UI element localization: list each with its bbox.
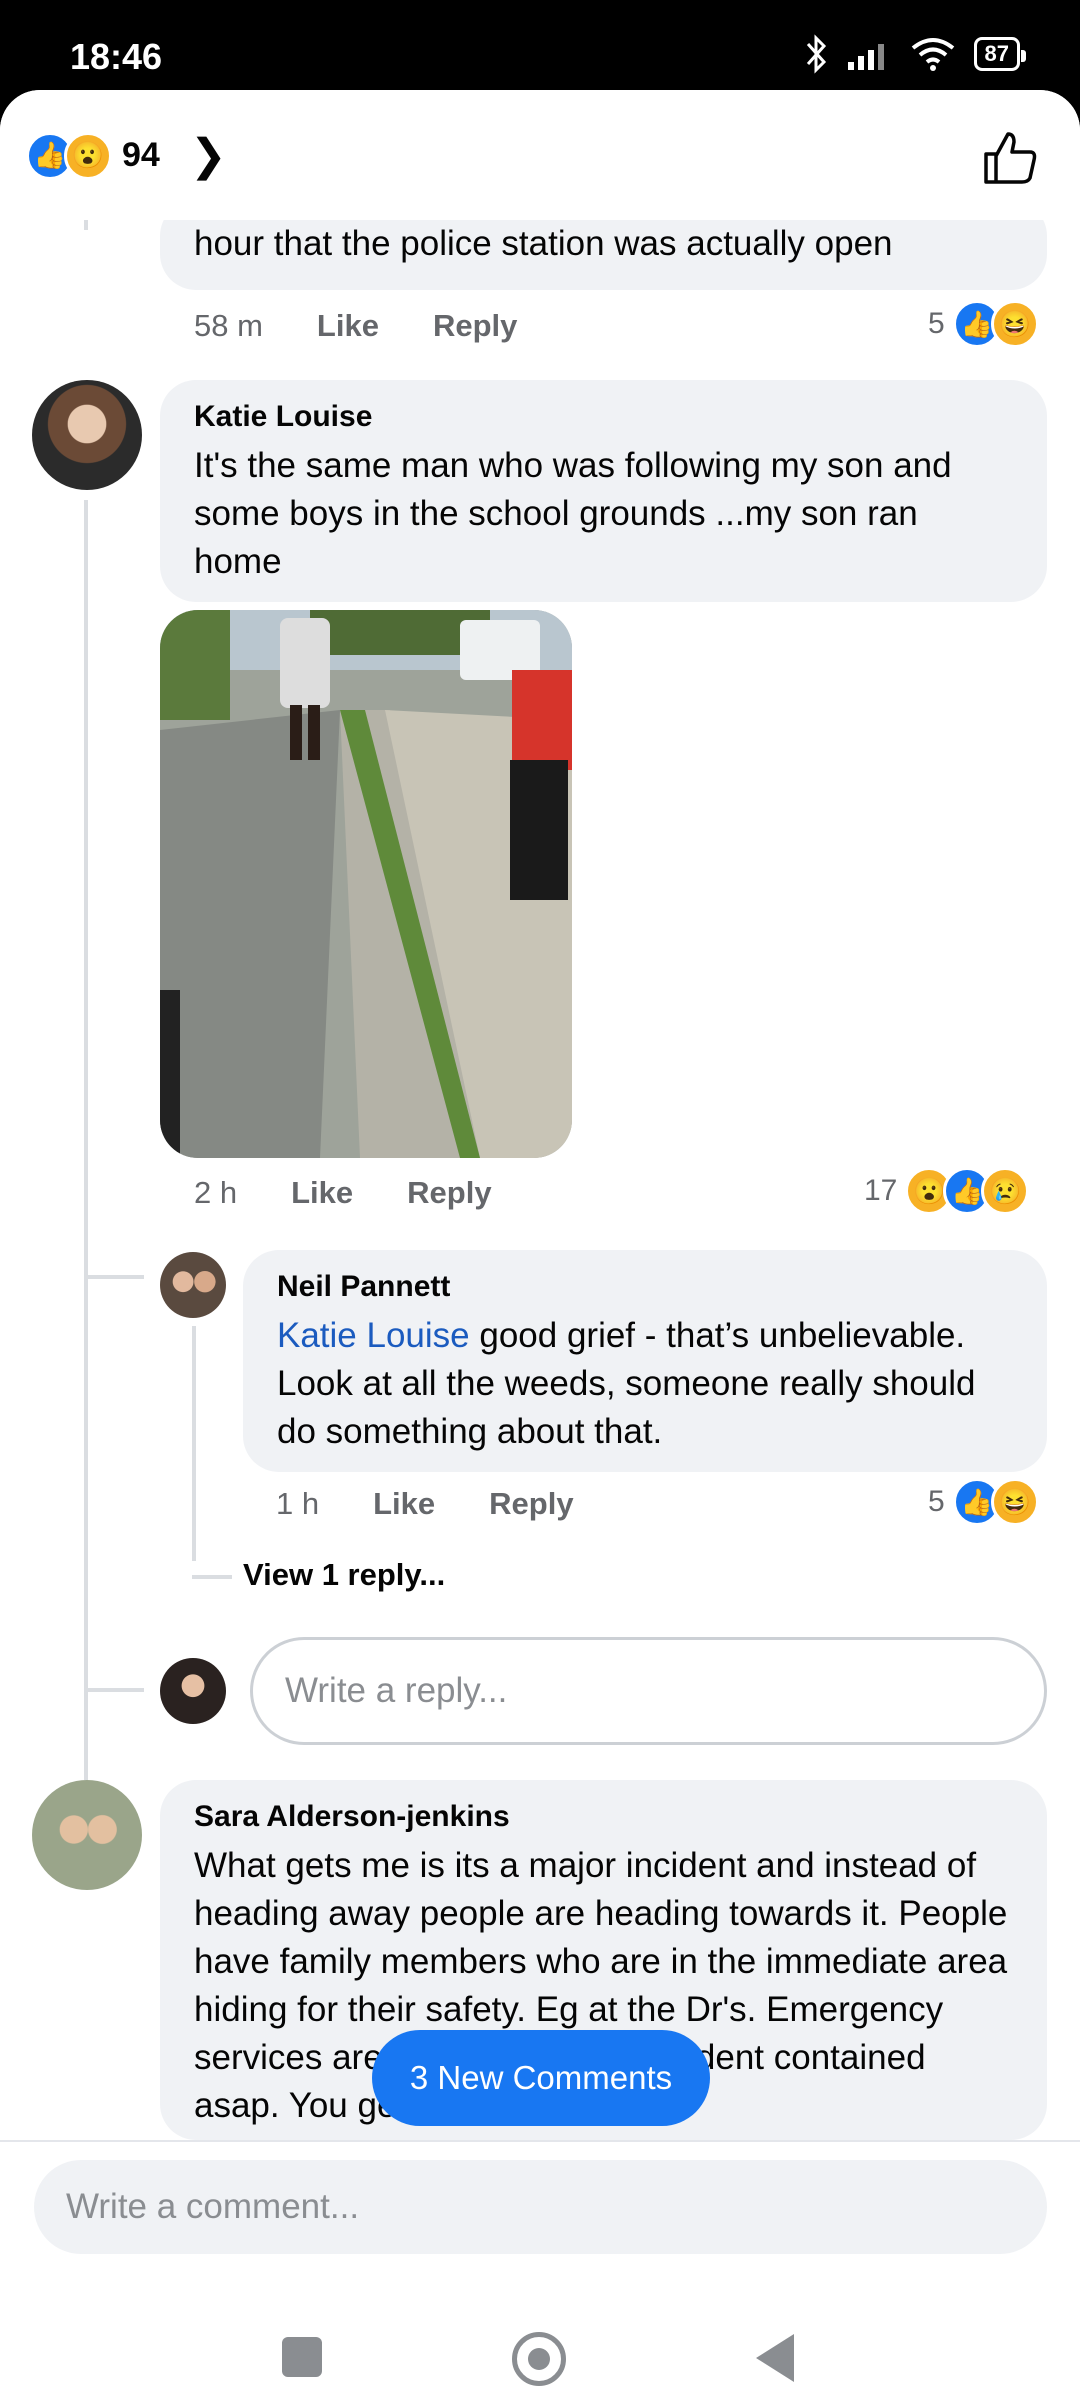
comment-author[interactable]: Katie Louise [194,400,1013,434]
thread-line [192,1326,196,1561]
avatar [160,1658,226,1724]
haha-reaction-icon: 😆 [990,300,1039,348]
reaction-count: 5 [928,1485,945,1518]
thread-connector [84,1275,144,1279]
reply-link[interactable]: Reply [407,1175,491,1211]
reply-bubble: Neil Pannett Katie Louise good grief - t… [243,1250,1047,1472]
reply-input[interactable]: Write a reply... [250,1637,1047,1745]
thread-line [84,500,88,1780]
thread-connector [84,1688,144,1692]
reaction-count: 94 [122,136,160,174]
thumbs-up-icon[interactable] [980,128,1040,188]
home-icon[interactable] [512,2332,566,2386]
comment-actions: 1 h Like Reply [276,1486,574,1522]
system-nav-bar [0,2292,1080,2400]
haha-reaction-icon: 😆 [990,1478,1039,1526]
avatar[interactable] [32,380,142,490]
chevron-right-icon: ❯ [189,131,227,180]
new-comments-button[interactable]: 3 New Comments [372,2030,710,2126]
comment-author[interactable]: Neil Pannett [277,1270,1013,1304]
comment-time: 58 m [194,308,263,343]
back-icon[interactable] [756,2334,794,2382]
comment-time: 2 h [194,1175,238,1210]
thread-connector [192,1575,232,1579]
view-replies-link[interactable]: View 1 reply... [243,1557,445,1593]
reply-link[interactable]: Reply [489,1486,573,1522]
comment-time: 1 h [276,1486,320,1521]
comment-text: hour that the police station was actuall… [194,224,893,263]
battery-indicator: 87 [973,37,1027,71]
photo-image [160,610,572,1158]
comment-reactions[interactable]: 5 👍 😆 [928,1478,1039,1526]
like-link[interactable]: Like [317,308,379,344]
reactions-header: 👍 😮 94 ❯ [0,90,1080,220]
bluetooth-icon [806,34,826,74]
comment-text: Katie Louise good grief - that’s unbelie… [277,1312,1013,1456]
comment-photo[interactable] [160,610,572,1158]
wifi-icon [911,38,954,71]
like-link[interactable]: Like [291,1175,353,1211]
reaction-count: 5 [928,307,945,340]
comment-text: It's the same man who was following my s… [194,446,952,581]
like-link[interactable]: Like [373,1486,435,1522]
reply-link[interactable]: Reply [433,308,517,344]
comment-reactions[interactable]: 5 👍 😆 [928,300,1039,348]
status-icons: 87 [804,34,1027,74]
comment-input[interactable]: Write a comment... [34,2160,1047,2254]
comment-actions: 58 m Like Reply [194,308,517,344]
mention-link[interactable]: Katie Louise [277,1316,470,1355]
avatar[interactable] [160,1252,226,1318]
comment-actions: 2 h Like Reply [194,1175,492,1211]
comment-bubble: Katie Louise It's the same man who was f… [160,380,1047,602]
status-time: 18:46 [70,36,163,77]
comments-sheet: 👍 😮 94 ❯ hour that the police station wa… [0,90,1080,2400]
sad-reaction-icon: 😢 [981,1167,1030,1215]
recents-icon[interactable] [282,2337,322,2377]
reactions-summary[interactable]: 👍 😮 94 ❯ [26,130,227,181]
signal-icon [847,44,884,70]
wow-reaction-icon: 😮 [64,131,112,180]
thread-line [84,220,88,230]
avatar[interactable] [32,1780,142,1890]
bottom-bar: Write a comment... [0,2140,1080,2400]
reaction-count: 17 [864,1174,898,1207]
comment-reactions[interactable]: 17 😮 👍 😢 [864,1167,1030,1215]
comment-author[interactable]: Sara Alderson-jenkins [194,1800,1013,1834]
